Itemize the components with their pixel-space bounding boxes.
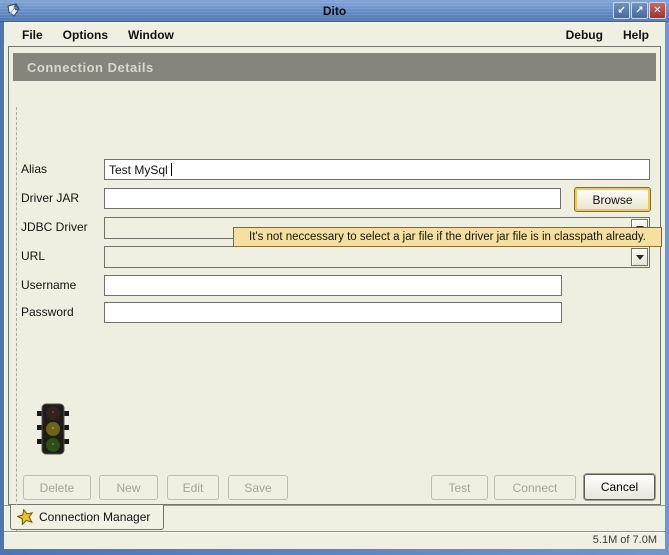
username-label: Username [21,278,76,292]
url-dropdown-button[interactable] [631,248,648,266]
password-label: Password [21,305,74,319]
memory-usage: 5.1M of 7.0M [593,534,657,546]
cancel-button[interactable]: Cancel [584,474,655,500]
menu-options[interactable]: Options [53,25,118,45]
window-title: Dito [0,4,669,18]
connect-button[interactable]: Connect [494,475,576,500]
alias-label: Alias [21,162,47,176]
delete-button[interactable]: Delete [23,475,91,500]
app-window: Dito ↙ ↗ ✕ File Options Window Debug Hel… [0,0,669,555]
menu-help[interactable]: Help [613,25,659,45]
driver-jar-input[interactable] [104,188,561,209]
tab-label: Connection Manager [39,510,150,524]
jdbc-driver-label: JDBC Driver [21,220,88,234]
statusbar: 5.1M of 7.0M [4,531,665,548]
text-cursor [171,163,172,176]
edit-button[interactable]: Edit [167,475,219,500]
driver-jar-label: Driver JAR [21,191,79,205]
test-button[interactable]: Test [431,475,488,500]
connection-details-panel: Connection Details Alias Test MySql Driv… [8,46,661,505]
save-button[interactable]: Save [228,475,288,500]
new-button[interactable]: New [99,475,158,500]
menu-file[interactable]: File [12,25,53,45]
url-combobox[interactable] [104,246,650,268]
browse-button[interactable]: Browse [574,187,651,212]
close-button[interactable]: ✕ [649,2,666,19]
chevron-down-icon [636,255,644,260]
panel-title: Connection Details [13,53,656,81]
panel-edge-decoration [16,107,17,547]
tab-connection-manager[interactable]: Connection Manager [10,505,164,530]
menubar: File Options Window Debug Help [4,23,665,46]
titlebar: Dito ↙ ↗ ✕ [0,0,669,22]
traffic-light-icon [35,403,71,457]
star-icon [17,509,34,525]
username-input[interactable] [104,275,562,296]
menu-debug[interactable]: Debug [556,25,613,45]
tooltip: It's not neccessary to select a jar file… [233,227,662,247]
minimize-button[interactable]: ↙ [613,2,630,19]
password-input[interactable] [104,302,562,323]
menu-window[interactable]: Window [118,25,184,45]
alias-input[interactable]: Test MySql [104,159,650,180]
url-label: URL [21,249,45,263]
alias-value: Test MySql [109,163,168,177]
maximize-button[interactable]: ↗ [631,2,648,19]
